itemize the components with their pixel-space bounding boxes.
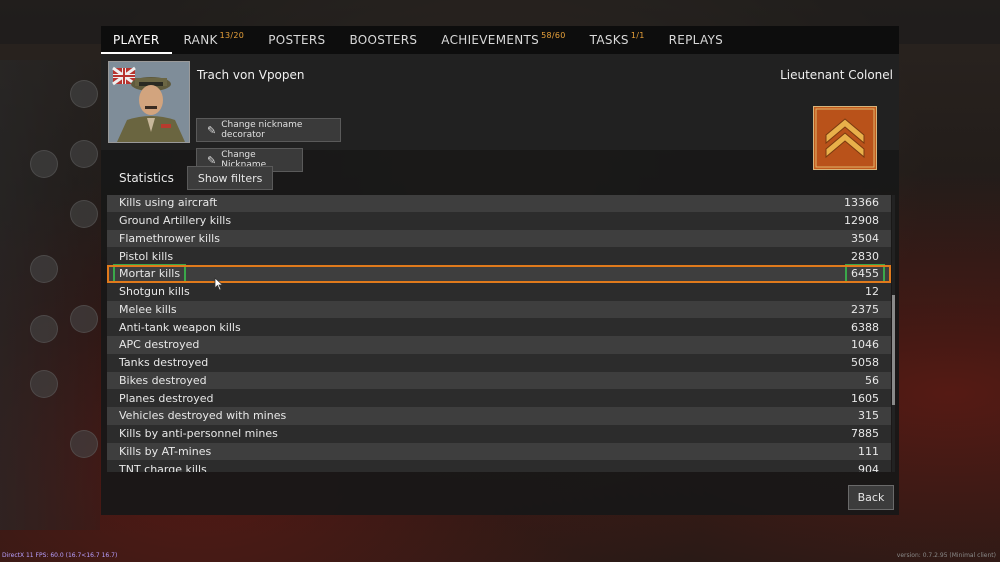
stat-value: 2375 [851, 302, 879, 316]
tab-label: PLAYER [113, 33, 160, 47]
stat-name: Pistol kills [119, 249, 174, 263]
stat-row: Ground Artillery kills 12908 [107, 211, 891, 230]
stat-value: 5058 [851, 356, 879, 370]
stat-name: Planes destroyed [119, 391, 214, 405]
tab-label: RANK [183, 33, 218, 47]
stat-name: Kills using aircraft [119, 196, 218, 210]
stat-name: Bikes destroyed [119, 373, 207, 387]
stat-value: 13366 [844, 196, 879, 210]
tab-label: POSTERS [268, 33, 326, 47]
stat-row: Shotgun kills 12 [107, 282, 891, 301]
stat-value: 111 [858, 444, 879, 458]
rank-badge-icon[interactable] [813, 106, 877, 170]
stat-row: Kills by AT-mines 111 [107, 442, 891, 461]
stat-row: Kills using aircraft 13366 [107, 195, 891, 212]
stat-value: 56 [865, 373, 879, 387]
tab-replays[interactable]: REPLAYS [657, 26, 735, 54]
bg-icon [70, 305, 98, 333]
stat-name: TNT charge kills [119, 462, 207, 472]
bg-icon [70, 140, 98, 168]
statistics-list[interactable]: Kills using aircraft 13366 Ground Artiller… [107, 195, 891, 472]
stat-row: Flamethrower kills 3504 [107, 229, 891, 248]
stat-value: 3504 [851, 231, 879, 245]
stat-value: 12908 [844, 214, 879, 228]
stat-row: Bikes destroyed 56 [107, 371, 891, 390]
bg-icon [70, 80, 98, 108]
statistics-scrollbar[interactable] [892, 195, 895, 472]
bg-icon [30, 150, 58, 178]
tab-badge: 1/1 [630, 31, 645, 40]
stat-name: Kills by AT-mines [119, 444, 212, 458]
tab-label: ACHIEVEMENTS [441, 33, 540, 47]
statistics-bar: Statistics Show filters [119, 166, 274, 190]
back-button[interactable]: Back [848, 485, 894, 510]
stat-name: Kills by anti-personnel mines [119, 427, 278, 441]
stat-row: Kills by anti-personnel mines 7885 [107, 424, 891, 443]
show-filters-button[interactable]: Show filters [186, 166, 274, 190]
tab-badge: 58/60 [541, 31, 566, 40]
stat-name: Mortar kills [112, 264, 187, 284]
stat-row: Tanks destroyed 5058 [107, 353, 891, 372]
stat-value: 904 [858, 462, 879, 472]
tab-tasks[interactable]: TASKS 1/1 [578, 26, 657, 54]
tab-rank[interactable]: RANK 13/20 [172, 26, 257, 54]
stat-name: Vehicles destroyed with mines [119, 409, 287, 423]
stat-row: TNT charge kills 904 [107, 460, 891, 472]
stat-value: 315 [858, 409, 879, 423]
stat-value: 12 [865, 285, 879, 299]
scrollbar-thumb[interactable] [892, 295, 895, 405]
fps-counter: DirectX 11 FPS: 60.0 (16.7<16.7 16.7) [2, 552, 118, 559]
stat-row: Mortar kills 6455 [107, 264, 891, 284]
pencil-icon: ✎ [207, 123, 217, 137]
tab-achievements[interactable]: ACHIEVEMENTS 58/60 [429, 26, 577, 54]
stat-row: Planes destroyed 1605 [107, 389, 891, 407]
tab-boosters[interactable]: BOOSTERS [337, 26, 429, 54]
tab-bar: PLAYER RANK 13/20 POSTERS BOOSTERS ACHIEV… [101, 26, 899, 54]
stat-value: 1605 [851, 391, 879, 405]
background-left-sidebar [0, 60, 100, 530]
stat-row: Melee kills 2375 [107, 300, 891, 319]
tab-badge: 13/20 [219, 31, 245, 40]
bg-icon [70, 430, 98, 458]
stat-value: 6455 [845, 264, 885, 284]
mouse-cursor-icon [214, 277, 224, 291]
stat-value: 7885 [851, 427, 879, 441]
profile-panel: PLAYER RANK 13/20 POSTERS BOOSTERS ACHIEV… [101, 26, 899, 515]
tab-label: BOOSTERS [349, 33, 418, 47]
tab-player[interactable]: PLAYER [101, 26, 172, 54]
tab-label: TASKS [589, 33, 629, 47]
stat-row: Pistol kills 2830 [107, 247, 891, 265]
stat-value: 2830 [851, 249, 879, 263]
change-nickname-decorator-button[interactable]: ✎ Change nickname decorator [196, 118, 341, 142]
pencil-icon: ✎ [207, 153, 217, 167]
tab-posters[interactable]: POSTERS [256, 26, 337, 54]
stat-value: 1046 [851, 338, 879, 352]
stat-name: Shotgun kills [119, 285, 190, 299]
stat-value: 6388 [851, 320, 879, 334]
player-avatar[interactable] [108, 61, 190, 143]
stat-row: Vehicles destroyed with mines 315 [107, 407, 891, 425]
button-label: Change nickname decorator [221, 120, 303, 140]
bg-icon [70, 200, 98, 228]
chevron-rank-icon [815, 108, 875, 168]
stat-name: Melee kills [119, 302, 177, 316]
stat-name: Anti-tank weapon kills [119, 320, 241, 334]
stat-name: Ground Artillery kills [119, 214, 232, 228]
stat-row: APC destroyed 1046 [107, 336, 891, 354]
soldier-portrait-icon [109, 62, 189, 142]
rank-title: Lieutenant Colonel [780, 68, 893, 82]
stat-row: Anti-tank weapon kills 6388 [107, 318, 891, 336]
player-header: Trach von Vpopen ✎ Change nickname decor… [101, 54, 899, 172]
stat-name: APC destroyed [119, 338, 200, 352]
stat-name: Flamethrower kills [119, 231, 220, 245]
bg-icon [30, 255, 58, 283]
version-label: version: 0.7.2.95 (Minimal client) [896, 552, 996, 559]
bg-icon [30, 370, 58, 398]
stat-name: Tanks destroyed [119, 356, 209, 370]
statistics-rows: Kills using aircraft 13366 Ground Artiller… [107, 195, 891, 472]
bg-icon [30, 315, 58, 343]
player-name: Trach von Vpopen [197, 68, 305, 82]
tab-label: REPLAYS [668, 33, 724, 47]
statistics-label: Statistics [119, 171, 174, 185]
